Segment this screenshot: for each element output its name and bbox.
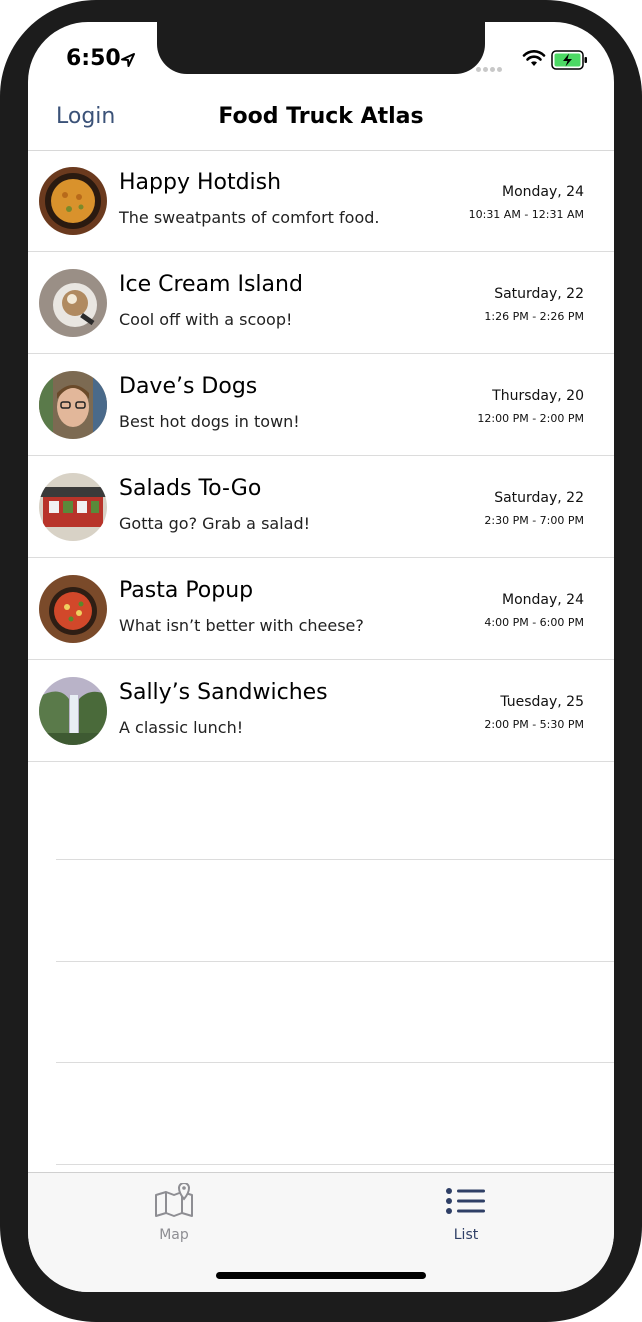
truck-tagline: Gotta go? Grab a salad! <box>119 514 311 533</box>
truck-tagline: The sweatpants of comfort food. <box>119 208 380 227</box>
truck-avatar <box>39 167 107 235</box>
truck-tagline: A classic lunch! <box>119 718 244 737</box>
list-separator <box>56 961 614 962</box>
truck-hours: 4:00 PM - 6:00 PM <box>484 616 584 629</box>
truck-tagline: What isn’t better with cheese? <box>119 616 364 635</box>
truck-date: Thursday, 20 <box>492 388 584 404</box>
list-icon <box>446 1188 485 1214</box>
truck-avatar <box>39 677 107 745</box>
navigation-bar: Login Food Truck Atlas <box>28 92 614 151</box>
home-indicator[interactable] <box>216 1272 426 1279</box>
battery-charging-icon <box>551 50 587 70</box>
list-separator <box>56 1062 614 1063</box>
tab-list-label: List <box>453 1227 479 1243</box>
location-arrow-icon <box>121 53 135 67</box>
map-icon <box>155 1182 193 1217</box>
tab-map-label: Map <box>159 1227 189 1243</box>
truck-avatar <box>39 371 107 439</box>
truck-hours: 12:00 PM - 2:00 PM <box>477 412 584 425</box>
tab-map[interactable]: Map <box>114 1182 234 1243</box>
list-separator <box>56 1164 614 1165</box>
status-time: 6:50 <box>66 46 121 71</box>
truck-name: Ice Cream Island <box>119 272 303 297</box>
truck-hours: 10:31 AM - 12:31 AM <box>468 208 584 221</box>
tab-list[interactable]: List <box>406 1183 526 1243</box>
truck-tagline: Cool off with a scoop! <box>119 310 293 329</box>
screen: 6:50 Login Food Truck Atlas Happy Hotdis… <box>28 22 614 1292</box>
wifi-icon <box>522 50 546 66</box>
list-item[interactable]: Pasta Popup What isn’t better with chees… <box>28 558 614 660</box>
truck-date: Tuesday, 25 <box>500 694 584 710</box>
list-item[interactable]: Salads To-Go Gotta go? Grab a salad! Sat… <box>28 456 614 558</box>
truck-hours: 1:26 PM - 2:26 PM <box>484 310 584 323</box>
truck-tagline: Best hot dogs in town! <box>119 412 300 431</box>
truck-date: Saturday, 22 <box>494 490 584 506</box>
list-item[interactable]: Sally’s Sandwiches A classic lunch! Tues… <box>28 660 614 762</box>
list-item[interactable]: Dave’s Dogs Best hot dogs in town! Thurs… <box>28 354 614 456</box>
truck-name: Pasta Popup <box>119 578 254 603</box>
truck-hours: 2:00 PM - 5:30 PM <box>484 718 584 731</box>
truck-hours: 2:30 PM - 7:00 PM <box>484 514 584 527</box>
truck-date: Monday, 24 <box>502 184 584 200</box>
list-separator <box>56 859 614 860</box>
notch <box>157 22 485 74</box>
truck-avatar <box>39 269 107 337</box>
truck-avatar <box>39 575 107 643</box>
truck-name: Dave’s Dogs <box>119 374 258 399</box>
truck-name: Happy Hotdish <box>119 170 282 195</box>
truck-name: Salads To-Go <box>119 476 262 501</box>
truck-avatar <box>39 473 107 541</box>
truck-name: Sally’s Sandwiches <box>119 680 328 705</box>
list-item[interactable]: Ice Cream Island Cool off with a scoop! … <box>28 252 614 354</box>
page-title: Food Truck Atlas <box>218 104 424 129</box>
device-frame: 6:50 Login Food Truck Atlas Happy Hotdis… <box>0 0 642 1322</box>
food-truck-list: Happy Hotdish The sweatpants of comfort … <box>28 150 614 762</box>
cellular-signal-icon <box>476 57 504 76</box>
truck-date: Monday, 24 <box>502 592 584 608</box>
truck-date: Saturday, 22 <box>494 286 584 302</box>
list-item[interactable]: Happy Hotdish The sweatpants of comfort … <box>28 150 614 252</box>
